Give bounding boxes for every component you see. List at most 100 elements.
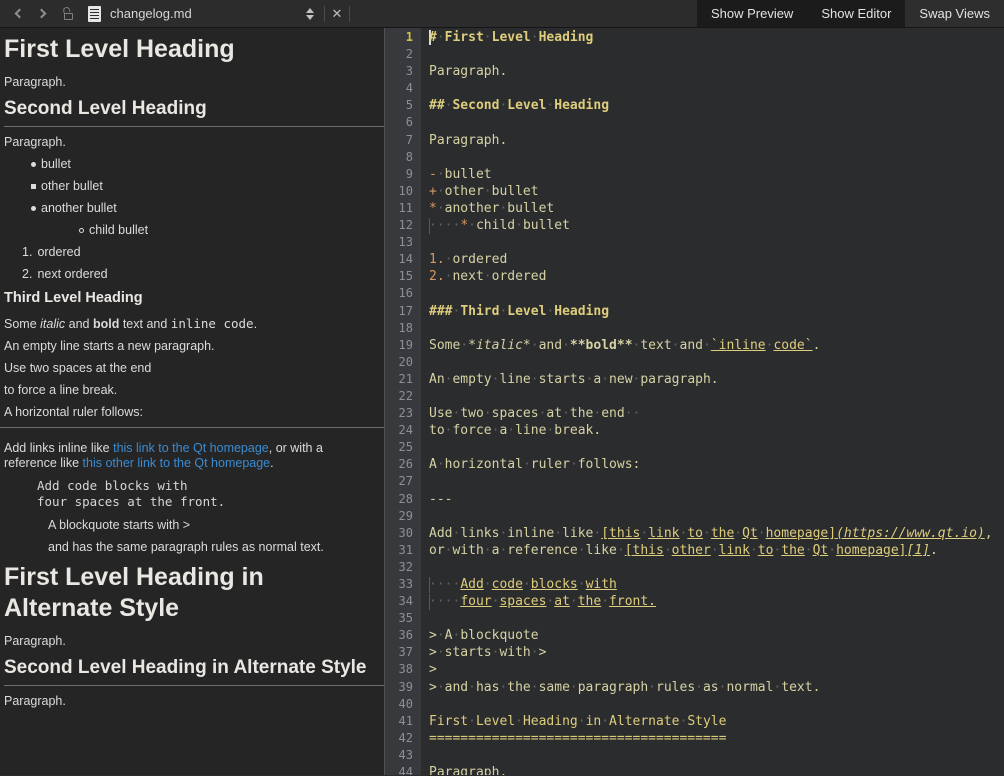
- editor-line[interactable]: >: [429, 661, 1004, 678]
- editor-line[interactable]: ····Add·code·blocks·with: [429, 576, 1004, 593]
- line-number[interactable]: 7: [385, 132, 413, 149]
- editor-line[interactable]: >·starts·with·>: [429, 644, 1004, 661]
- editor-line[interactable]: ======================================: [429, 730, 1004, 747]
- editor-line[interactable]: [429, 285, 1004, 302]
- line-number[interactable]: 15: [385, 268, 413, 285]
- editor-line[interactable]: or·with·a·reference·like·[this·other·lin…: [429, 542, 1004, 559]
- line-number[interactable]: 17: [385, 303, 413, 320]
- back-button[interactable]: [8, 3, 30, 25]
- editor-line[interactable]: [429, 610, 1004, 627]
- line-number[interactable]: 18: [385, 320, 413, 337]
- editor-line[interactable]: [429, 696, 1004, 713]
- line-number[interactable]: 41: [385, 713, 413, 730]
- line-number[interactable]: 34: [385, 593, 413, 610]
- show-preview-button[interactable]: Show Preview: [697, 0, 807, 27]
- line-number[interactable]: 11: [385, 200, 413, 217]
- editor-line[interactable]: [429, 747, 1004, 764]
- editor-line[interactable]: -·bullet: [429, 166, 1004, 183]
- line-number[interactable]: 5: [385, 97, 413, 114]
- line-number[interactable]: 42: [385, 730, 413, 747]
- line-number[interactable]: 40: [385, 696, 413, 713]
- editor-line[interactable]: [429, 439, 1004, 456]
- editor-line[interactable]: [429, 114, 1004, 131]
- line-number[interactable]: 27: [385, 473, 413, 490]
- editor-line[interactable]: [429, 80, 1004, 97]
- editor-line[interactable]: 1.·ordered: [429, 251, 1004, 268]
- line-number[interactable]: 31: [385, 542, 413, 559]
- editor-line[interactable]: >·and·has·the·same·paragraph·rules·as·no…: [429, 679, 1004, 696]
- line-number[interactable]: 38: [385, 661, 413, 678]
- line-number[interactable]: 28: [385, 491, 413, 508]
- editor-line[interactable]: [429, 149, 1004, 166]
- line-number[interactable]: 24: [385, 422, 413, 439]
- qt-homepage-link[interactable]: this other link to the Qt homepage: [83, 456, 271, 470]
- line-number[interactable]: 2: [385, 46, 413, 63]
- line-number[interactable]: 1: [385, 29, 413, 46]
- editor-line[interactable]: [429, 320, 1004, 337]
- line-number-gutter[interactable]: 1234567891011121314151617181920212223242…: [385, 28, 421, 775]
- editor-line[interactable]: Use·two·spaces·at·the·end··: [429, 405, 1004, 422]
- document-tab[interactable]: changelog.md ✕: [0, 0, 350, 27]
- line-number[interactable]: 14: [385, 251, 413, 268]
- line-number[interactable]: 39: [385, 679, 413, 696]
- show-editor-button[interactable]: Show Editor: [807, 0, 905, 27]
- line-number[interactable]: 13: [385, 234, 413, 251]
- editor-line[interactable]: An·empty·line·starts·a·new·paragraph.: [429, 371, 1004, 388]
- line-number[interactable]: 26: [385, 456, 413, 473]
- editor-line[interactable]: Paragraph.: [429, 764, 1004, 775]
- document-dropdown-icon[interactable]: [306, 8, 314, 20]
- line-number[interactable]: 37: [385, 644, 413, 661]
- line-number[interactable]: 21: [385, 371, 413, 388]
- editor-line[interactable]: [429, 46, 1004, 63]
- line-number[interactable]: 23: [385, 405, 413, 422]
- editor-line[interactable]: [429, 559, 1004, 576]
- line-number[interactable]: 10: [385, 183, 413, 200]
- line-number[interactable]: 44: [385, 764, 413, 775]
- editor-line[interactable]: ---: [429, 491, 1004, 508]
- editor-line[interactable]: ····*·child·bullet: [429, 217, 1004, 234]
- line-number[interactable]: 33: [385, 576, 413, 593]
- editor-line[interactable]: >·A·blockquote: [429, 627, 1004, 644]
- line-number[interactable]: 16: [385, 285, 413, 302]
- editor-line[interactable]: Paragraph.: [429, 132, 1004, 149]
- editor-line[interactable]: #·First·Level·Heading: [429, 29, 1004, 46]
- line-number[interactable]: 22: [385, 388, 413, 405]
- lock-icon[interactable]: [60, 5, 78, 23]
- editor-line[interactable]: [429, 234, 1004, 251]
- editor-line[interactable]: +·other·bullet: [429, 183, 1004, 200]
- line-number[interactable]: 25: [385, 439, 413, 456]
- line-number[interactable]: 30: [385, 525, 413, 542]
- editor-line[interactable]: ##·Second·Level·Heading: [429, 97, 1004, 114]
- editor-line[interactable]: ###·Third·Level·Heading: [429, 303, 1004, 320]
- editor-line[interactable]: *·another·bullet: [429, 200, 1004, 217]
- line-number[interactable]: 12: [385, 217, 413, 234]
- editor-line[interactable]: [429, 388, 1004, 405]
- editor-line[interactable]: A·horizontal·ruler·follows:: [429, 456, 1004, 473]
- tab-title[interactable]: changelog.md: [110, 6, 192, 21]
- markdown-editor-pane[interactable]: 1234567891011121314151617181920212223242…: [385, 28, 1004, 775]
- editor-line[interactable]: First·Level·Heading·in·Alternate·Style: [429, 713, 1004, 730]
- editor-line[interactable]: to·force·a·line·break.: [429, 422, 1004, 439]
- editor-line[interactable]: Some·*italic*·and·**bold**·text·and·`inl…: [429, 337, 1004, 354]
- close-button[interactable]: ✕: [325, 3, 349, 25]
- editor-line[interactable]: [429, 473, 1004, 490]
- line-number[interactable]: 35: [385, 610, 413, 627]
- editor-line[interactable]: 2.·next·ordered: [429, 268, 1004, 285]
- line-number[interactable]: 32: [385, 559, 413, 576]
- editor-line[interactable]: Add·links·inline·like·[this·link·to·the·…: [429, 525, 1004, 542]
- markdown-preview-pane[interactable]: First Level HeadingParagraph.Second Leve…: [0, 28, 385, 775]
- editor-line[interactable]: Paragraph.: [429, 63, 1004, 80]
- line-number[interactable]: 4: [385, 80, 413, 97]
- qt-homepage-link[interactable]: this link to the Qt homepage: [113, 441, 269, 455]
- swap-views-button[interactable]: Swap Views: [905, 0, 1004, 27]
- line-number[interactable]: 43: [385, 747, 413, 764]
- editor-line[interactable]: ····four·spaces·at·the·front.: [429, 593, 1004, 610]
- forward-button[interactable]: [30, 3, 52, 25]
- line-number[interactable]: 19: [385, 337, 413, 354]
- editor-line[interactable]: [429, 354, 1004, 371]
- line-number[interactable]: 6: [385, 114, 413, 131]
- line-number[interactable]: 20: [385, 354, 413, 371]
- editor-line[interactable]: [429, 508, 1004, 525]
- code-area[interactable]: #·First·Level·Heading Paragraph. ##·Second…: [421, 28, 1004, 775]
- line-number[interactable]: 29: [385, 508, 413, 525]
